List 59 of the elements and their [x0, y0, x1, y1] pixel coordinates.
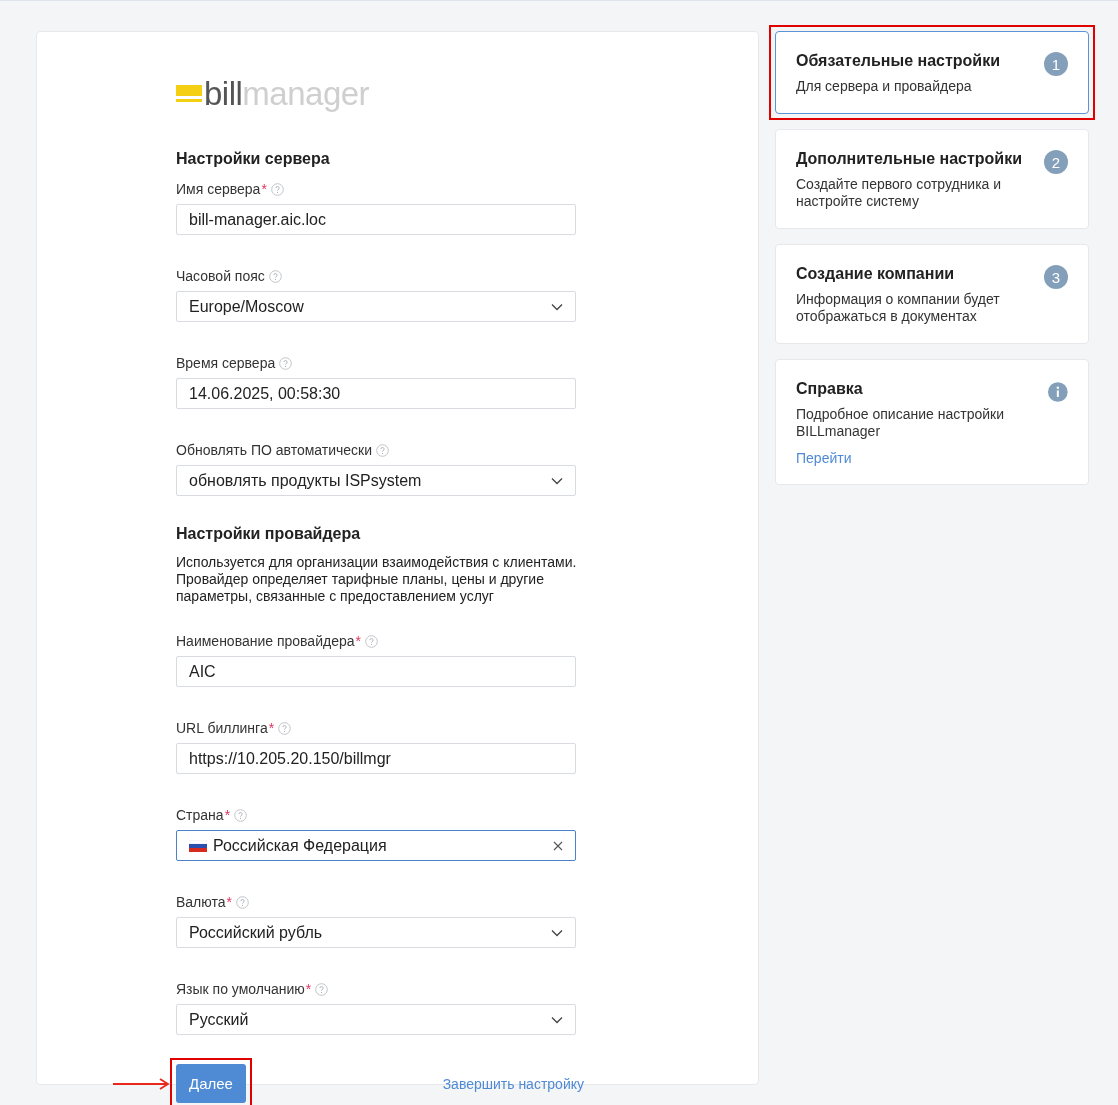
chevron-down-icon [551, 1015, 563, 1024]
required-mark: * [224, 807, 231, 823]
text-field[interactable]: https://10.205.20.150/billmgr [176, 743, 576, 774]
help-icon[interactable] [270, 182, 284, 196]
help-icon[interactable] [234, 808, 248, 822]
required-mark: * [355, 633, 361, 649]
section-title: Настройки провайдера [176, 525, 362, 543]
help-link[interactable]: Перейти [796, 450, 1039, 466]
text-field[interactable]: bill-manager.aic.loc [176, 204, 576, 235]
field-label: Время сервера [176, 355, 276, 371]
step-card[interactable]: Создание компании Информация о компании будет отображаться в документах 3 [775, 244, 1089, 344]
help-icon[interactable] [315, 982, 329, 996]
section-description: Используется для организации взаимодействия с клиентами. Провайдер определяет тарифные планы, цены и другие параметры, связанные с предоставлением услуг [176, 554, 578, 605]
help-icon[interactable] [236, 895, 249, 909]
step-card[interactable]: Обязательные настройки Для сервера и провайдера 1 [775, 31, 1089, 114]
required-mark: * [261, 181, 267, 197]
required-mark: * [305, 981, 312, 997]
field-label: Страна [176, 807, 224, 823]
help-icon[interactable] [364, 634, 378, 648]
field-label: Обновлять ПО автоматически [176, 442, 373, 458]
field-label: Имя сервера [176, 181, 261, 197]
card-title: Создание компании [796, 265, 956, 283]
help-icon[interactable] [278, 721, 292, 735]
card-title: Обязательные настройки [796, 52, 1001, 70]
field-label: URL биллинга [176, 720, 268, 736]
info-icon [1048, 380, 1068, 404]
card-text: Информация о компании будет отображаться в документах [796, 291, 1001, 325]
help-icon[interactable] [268, 269, 282, 283]
help-icon[interactable] [279, 356, 293, 370]
clear-icon[interactable] [553, 840, 563, 851]
required-mark: * [268, 720, 275, 736]
step-number: 1 [1044, 52, 1068, 76]
step-number: 3 [1044, 265, 1068, 289]
chevron-down-icon [551, 928, 563, 937]
required-mark: * [226, 894, 232, 910]
card-text: Создайте первого сотрудника и настройте систему [796, 176, 1003, 210]
chevron-down-icon [551, 476, 563, 485]
field-label: Наименование провайдера [176, 633, 355, 649]
field-label: Валюта [176, 894, 226, 910]
next-button[interactable]: Далее [176, 1064, 246, 1103]
text-field[interactable]: 14.06.2025, 00:58:30 [176, 378, 576, 409]
card-text: Для сервера и провайдера [796, 78, 973, 95]
card-title: Справка [796, 380, 864, 398]
section-title: Настройки сервера [176, 150, 331, 168]
field-label: Язык по умолчанию [176, 981, 305, 997]
select-field[interactable]: Europe/Moscow [176, 291, 576, 322]
card-title: Дополнительные настройки [796, 150, 1023, 168]
flag-icon [189, 839, 207, 852]
text-field[interactable]: AIC [176, 656, 576, 687]
field-label: Часовой пояс [176, 268, 265, 284]
select-field[interactable]: Российский рубль [176, 917, 576, 948]
card-text: Подробное описание настройки BILLmanager [796, 406, 1005, 440]
select-field[interactable]: Русский [176, 1004, 576, 1035]
select-field[interactable]: обновлять продукты ISPsystem [176, 465, 576, 496]
step-number: 2 [1044, 150, 1068, 174]
select-field[interactable]: Российская Федерация [176, 830, 576, 861]
help-icon[interactable] [376, 443, 390, 457]
step-card[interactable]: Дополнительные настройки Создайте первого сотрудника и настройте систему 2 [775, 129, 1089, 229]
chevron-down-icon [551, 302, 563, 311]
